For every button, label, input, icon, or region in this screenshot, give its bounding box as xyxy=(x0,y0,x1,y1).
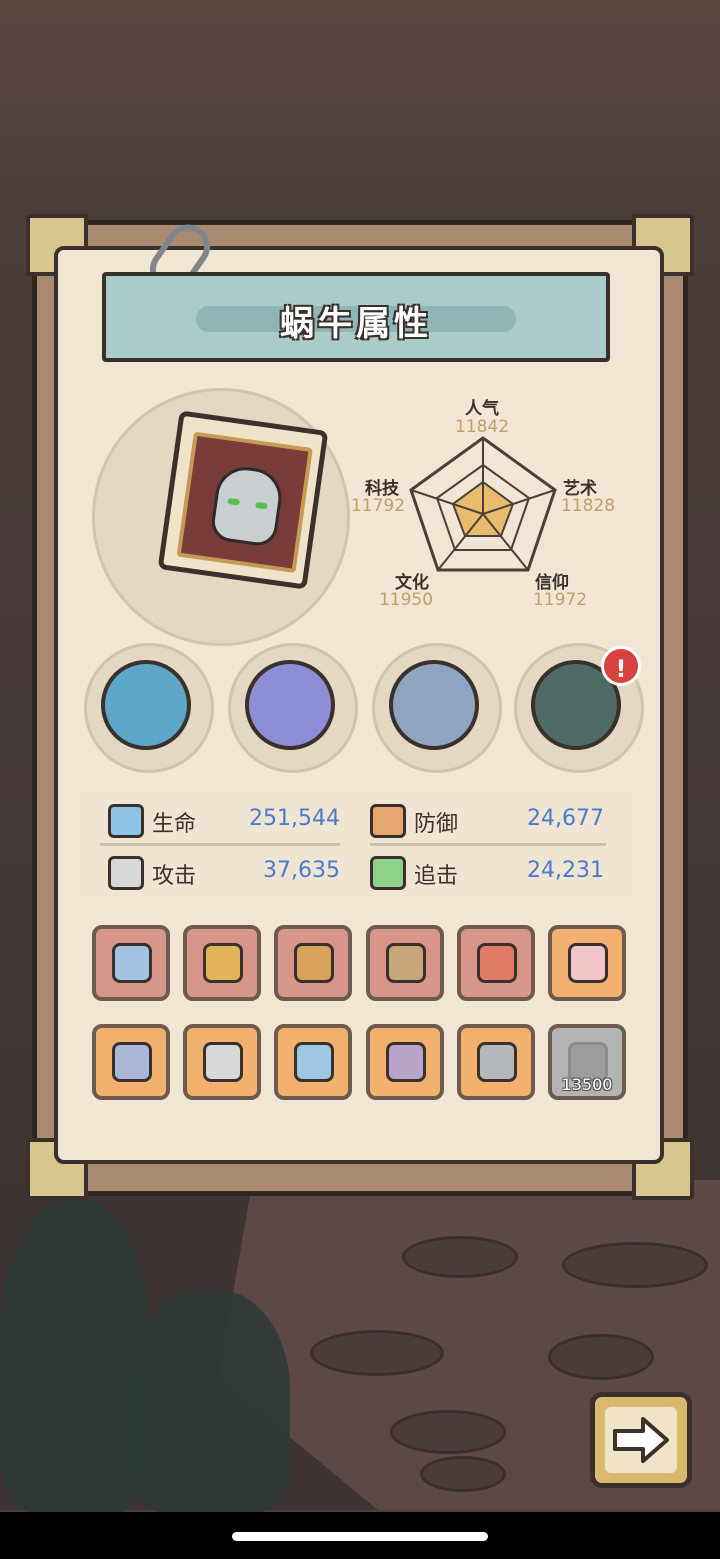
vest-icon xyxy=(568,943,608,983)
stat-defense-value: 24,677 xyxy=(527,806,604,831)
attr-popularity-label: 人气 xyxy=(465,399,499,419)
gear-slot-crown[interactable] xyxy=(366,1024,444,1100)
compass-icon xyxy=(389,660,479,750)
gear-slot-locked[interactable]: 13500 xyxy=(548,1024,626,1100)
bracelet-icon xyxy=(294,1042,334,1082)
rocket-sword-icon xyxy=(477,943,517,983)
dagger-icon xyxy=(203,1042,243,1082)
sword-icon xyxy=(112,943,152,983)
equip-slot-compass[interactable] xyxy=(372,643,502,773)
next-button[interactable] xyxy=(590,1392,692,1488)
stone xyxy=(420,1456,506,1492)
helmet-eye xyxy=(227,497,241,506)
gear-slot-ring[interactable] xyxy=(92,1024,170,1100)
attr-tech-value: 11792 xyxy=(350,496,406,516)
helmet-eye xyxy=(255,501,268,510)
defense-icon xyxy=(370,804,406,838)
fish-trophy-icon xyxy=(101,660,191,750)
gear-slot-rocket-sword[interactable] xyxy=(457,925,535,1001)
equip-slot-trophy[interactable] xyxy=(84,643,214,773)
stone xyxy=(402,1236,518,1278)
gear-slot-crossbow[interactable] xyxy=(274,925,352,1001)
title-banner: 蜗牛属性 xyxy=(102,272,610,362)
belt-icon xyxy=(477,1042,517,1082)
stat-hp-label: 生命 xyxy=(152,812,197,837)
chase-icon xyxy=(370,856,406,890)
gear-slot-dagger[interactable] xyxy=(183,1024,261,1100)
drum-icon xyxy=(203,943,243,983)
alert-badge-icon: ! xyxy=(601,646,641,686)
divider xyxy=(370,843,606,846)
stat-chase-value: 24,231 xyxy=(527,858,604,883)
blaster-icon xyxy=(386,943,426,983)
gear-slot-vest[interactable] xyxy=(548,925,626,1001)
attr-faith-value: 11972 xyxy=(532,590,588,610)
gear-slot-blaster[interactable] xyxy=(366,925,444,1001)
stat-defense-label: 防御 xyxy=(414,812,459,837)
attack-icon xyxy=(108,856,144,890)
divider xyxy=(100,843,340,846)
page-title: 蜗牛属性 xyxy=(280,304,432,344)
equip-slot-armor[interactable] xyxy=(228,643,358,773)
stat-attack-value: 37,635 xyxy=(263,858,340,883)
home-indicator[interactable] xyxy=(232,1532,488,1541)
crossbow-icon xyxy=(294,943,334,983)
stone xyxy=(562,1242,708,1288)
armor-icon xyxy=(245,660,335,750)
gear-slot-drum[interactable] xyxy=(183,925,261,1001)
snail-portrait[interactable] xyxy=(157,410,329,590)
stat-hp-value: 251,544 xyxy=(249,806,340,831)
portrait-image xyxy=(176,431,313,573)
gear-slot-sword[interactable] xyxy=(92,925,170,1001)
bush xyxy=(130,1290,290,1512)
unlock-price: 13500 xyxy=(561,1075,613,1094)
attr-art-value: 11828 xyxy=(560,496,616,516)
gear-slot-belt[interactable] xyxy=(457,1024,535,1100)
knight-helmet-icon xyxy=(209,463,286,548)
background-top xyxy=(0,0,720,200)
next-button-face xyxy=(605,1407,677,1473)
stat-chase-label: 追击 xyxy=(414,864,459,889)
stone xyxy=(548,1334,654,1380)
attr-popularity-value: 11842 xyxy=(454,417,510,437)
arrow-right-icon xyxy=(613,1417,669,1463)
stone xyxy=(310,1330,444,1376)
ring-icon xyxy=(112,1042,152,1082)
hp-icon xyxy=(108,804,144,838)
stone xyxy=(390,1410,506,1454)
stat-attack-label: 攻击 xyxy=(152,864,197,889)
bush xyxy=(0,1200,150,1512)
gear-slot-bracelet[interactable] xyxy=(274,1024,352,1100)
crown-icon xyxy=(386,1042,426,1082)
attr-culture-value: 11950 xyxy=(378,590,434,610)
